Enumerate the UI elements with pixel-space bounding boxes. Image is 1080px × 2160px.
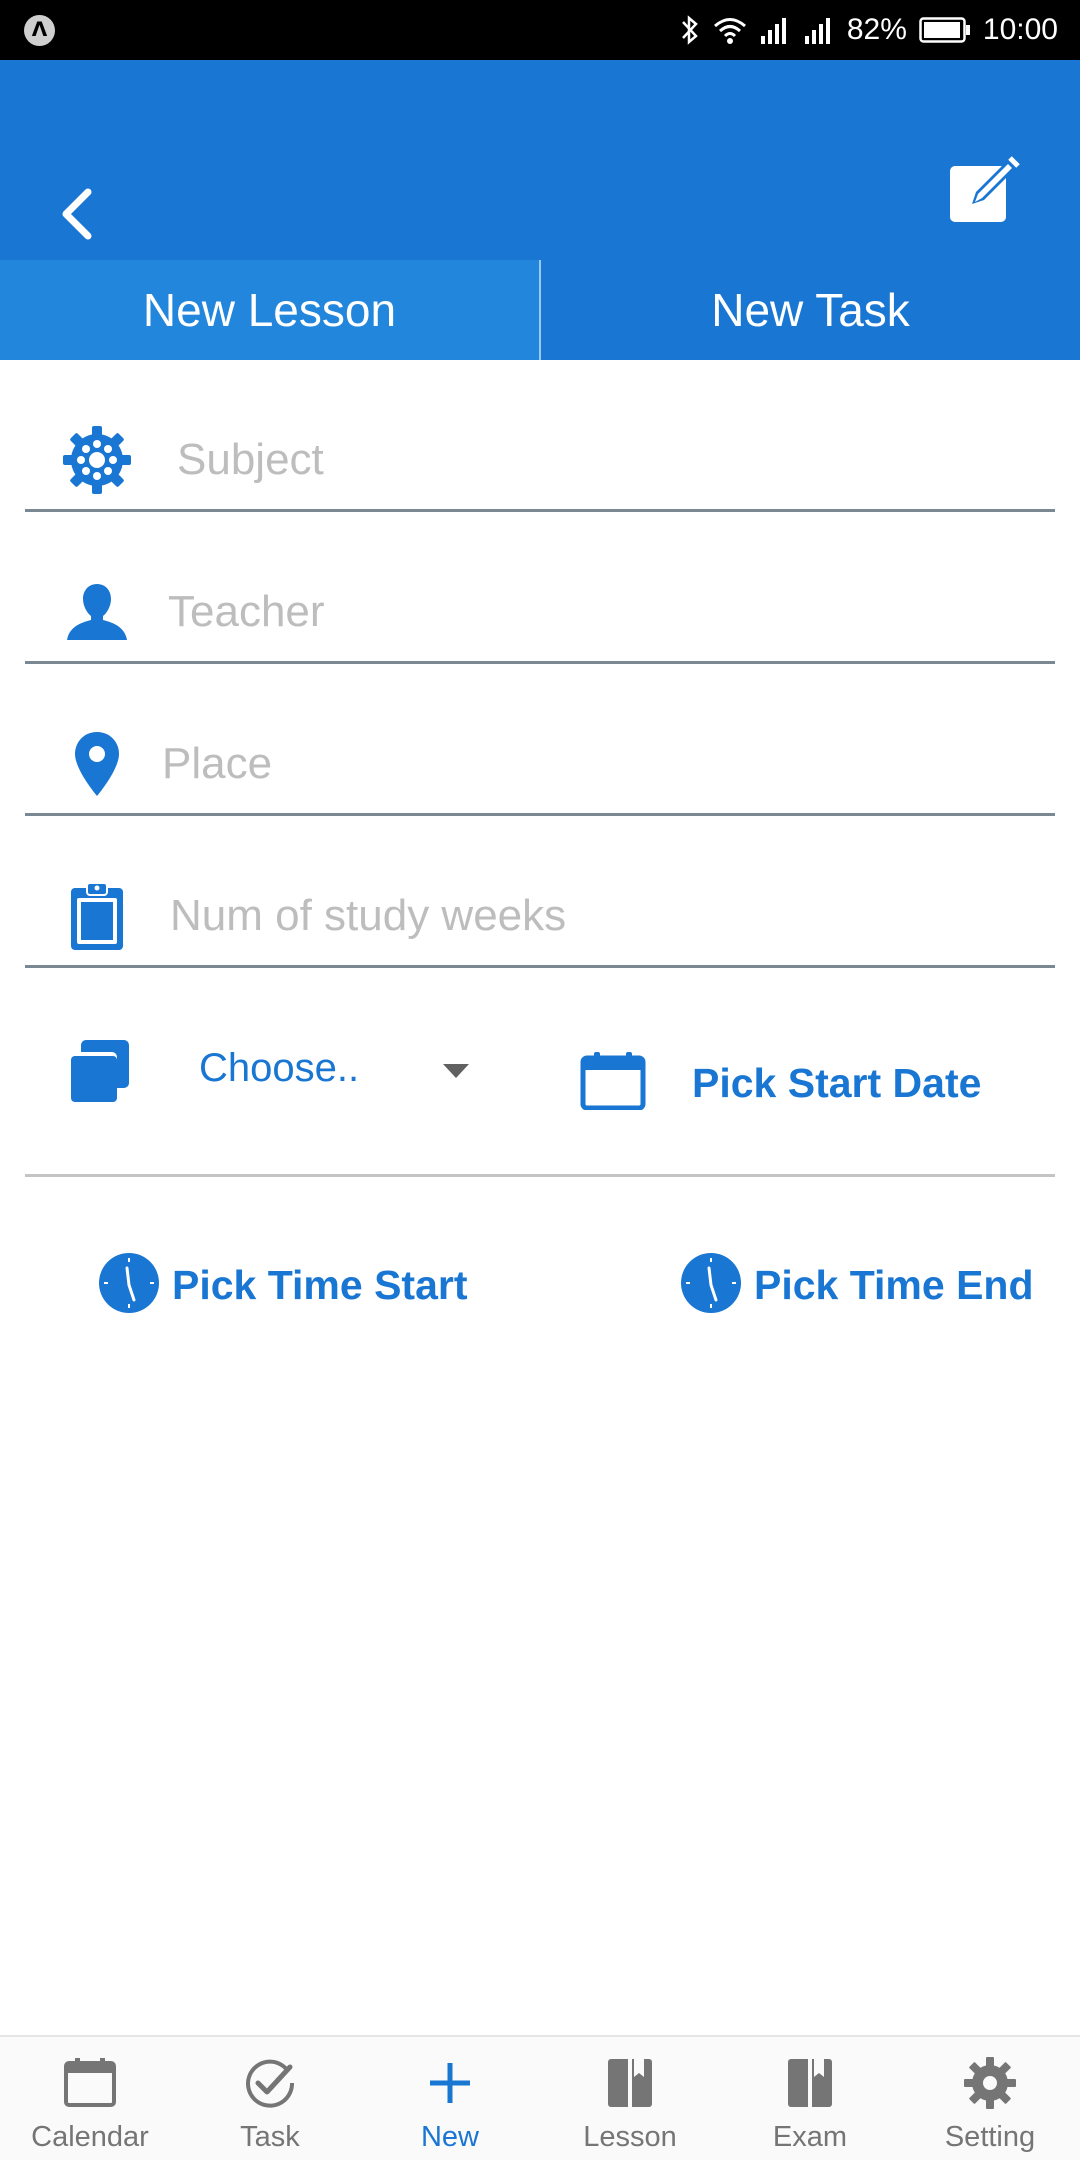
clock-time: 10:00: [982, 13, 1058, 46]
pick-time-end-button[interactable]: Pick Time End: [680, 1252, 1040, 1318]
nav-label-calendar: Calendar: [31, 2121, 149, 2153]
tab-bar: New Lesson New Task: [0, 260, 1080, 360]
battery-percent: 82%: [846, 13, 907, 46]
teacher-input[interactable]: [168, 582, 1018, 642]
pick-time-end-label: Pick Time End: [754, 1262, 1034, 1308]
book-icon: [608, 2059, 652, 2107]
clock-icon: [681, 1253, 741, 1313]
check-circle-icon: [246, 2059, 295, 2108]
options-row: Choose.. Pick Start Date: [25, 970, 1055, 1177]
gear-icon: [964, 2057, 1016, 2109]
clipboard-icon: [71, 882, 123, 950]
tab-new-lesson[interactable]: New Lesson: [0, 260, 541, 360]
status-bar: ᐱ 82% 10:00: [0, 0, 1080, 60]
copy-icon: [67, 1040, 129, 1102]
edit-button[interactable]: [948, 152, 1024, 228]
calendar-icon: [64, 2058, 116, 2107]
edit-icon: [950, 156, 1020, 222]
app-indicator-icon: ᐱ: [24, 15, 55, 46]
person-icon: [67, 584, 127, 640]
weeks-input[interactable]: [170, 886, 1020, 946]
place-input[interactable]: [162, 734, 1012, 794]
place-field: [25, 664, 1055, 816]
book-icon: [788, 2059, 832, 2107]
bottom-navigation: Calendar Task New Lesson Exam Setting: [0, 2035, 1080, 2160]
plus-icon: [430, 2063, 470, 2103]
calendar-icon: [580, 1052, 646, 1110]
bluetooth-icon: [681, 15, 698, 45]
pick-time-start-button[interactable]: Pick Time Start: [98, 1252, 478, 1318]
nav-item-task[interactable]: Task: [180, 2037, 360, 2160]
status-icons: 82% 10:00: [679, 0, 1058, 60]
signal-icon-2: [804, 18, 830, 44]
gear-icon: [63, 426, 131, 494]
nav-item-lesson[interactable]: Lesson: [540, 2037, 720, 2160]
chevron-left-icon: [62, 188, 92, 240]
teacher-field: [25, 512, 1055, 664]
subject-field: [25, 360, 1055, 512]
subject-input[interactable]: [177, 430, 1027, 490]
signal-icon: [760, 18, 786, 44]
nav-label-exam: Exam: [772, 2121, 848, 2153]
nav-item-setting[interactable]: Setting: [900, 2037, 1080, 2160]
choose-dropdown[interactable]: Choose..: [65, 1038, 469, 1118]
nav-label-new: New: [420, 2121, 479, 2153]
pick-start-date-button[interactable]: Pick Start Date: [580, 1050, 1000, 1120]
tab-new-task[interactable]: New Task: [541, 260, 1080, 360]
chevron-down-icon: [443, 1064, 469, 1078]
nav-label-setting: Setting: [944, 2121, 1036, 2153]
weeks-field: [25, 816, 1055, 968]
wifi-icon: [713, 18, 746, 44]
battery-icon: [919, 17, 970, 43]
nav-item-exam[interactable]: Exam: [720, 2037, 900, 2160]
nav-label-task: Task: [240, 2121, 300, 2153]
choose-label: Choose..: [199, 1046, 360, 1090]
clock-icon: [99, 1253, 159, 1313]
nav-label-lesson: Lesson: [583, 2121, 677, 2153]
back-button[interactable]: [50, 170, 110, 250]
nav-item-new[interactable]: New: [360, 2037, 540, 2160]
nav-item-calendar[interactable]: Calendar: [0, 2037, 180, 2160]
app-header: New Lesson New Task: [0, 60, 1080, 360]
location-pin-icon: [75, 732, 119, 796]
pick-time-start-label: Pick Time Start: [172, 1262, 468, 1308]
pick-start-date-label: Pick Start Date: [692, 1060, 982, 1106]
